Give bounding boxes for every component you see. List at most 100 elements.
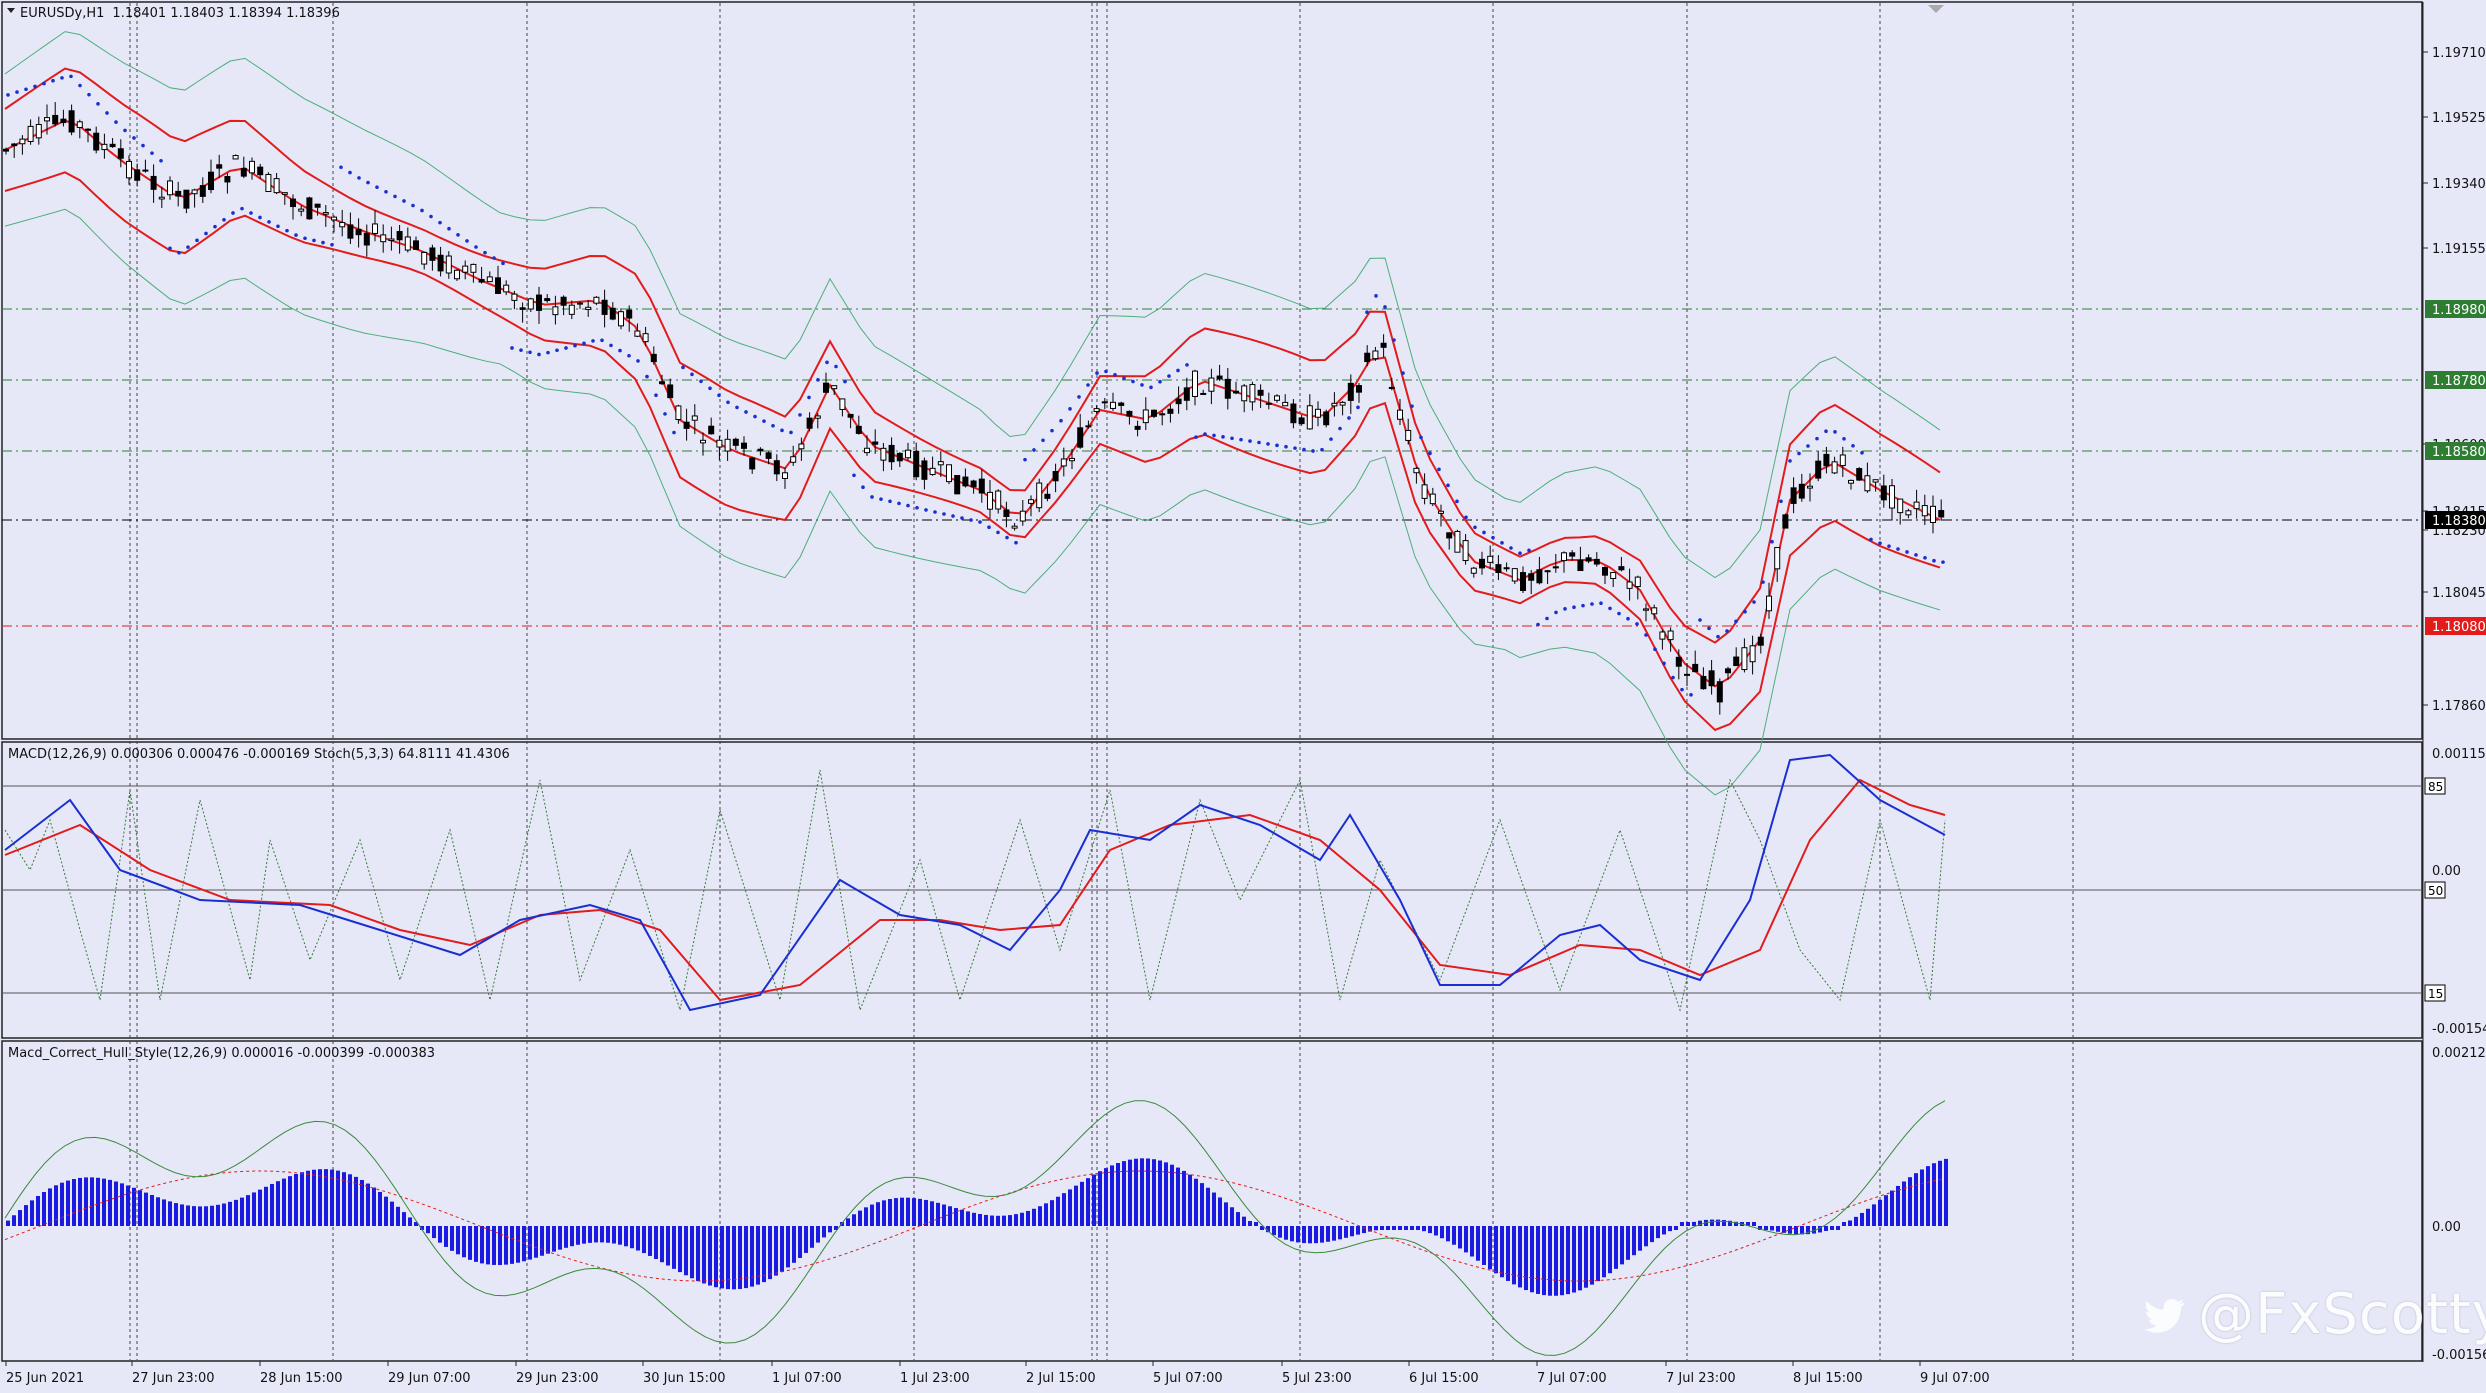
hull-histogram-bar <box>276 1181 280 1226</box>
hull-histogram-bar <box>426 1226 430 1234</box>
psar-dot <box>510 346 514 350</box>
candle-body <box>150 175 157 190</box>
psar-dot <box>591 339 595 343</box>
candle-body <box>1552 566 1559 569</box>
psar-dot <box>42 81 46 86</box>
hull-histogram-bar <box>1686 1222 1690 1226</box>
hull-histogram-bar <box>1326 1226 1330 1242</box>
hull-histogram-bar <box>462 1226 466 1258</box>
hull-histogram-bar <box>390 1201 394 1226</box>
hull-histogram-bar <box>1890 1190 1894 1226</box>
candle-body <box>987 491 993 510</box>
psar-dot <box>78 83 82 88</box>
psar-dot <box>1320 447 1324 452</box>
hull-histogram-bar <box>690 1226 694 1279</box>
candle-body <box>1405 429 1412 441</box>
candle-body <box>970 480 977 488</box>
psar-dot <box>1833 430 1837 434</box>
psar-dot <box>258 215 262 220</box>
candle-body <box>1651 607 1658 615</box>
candle-body <box>1930 505 1936 523</box>
hull-histogram-bar <box>528 1226 532 1260</box>
chart-window[interactable]: EURUSDy,H1 1.18401 1.18403 1.18394 1.1839… <box>0 0 2486 1393</box>
hull-histogram-bar <box>540 1226 544 1256</box>
psar-dot <box>1653 647 1657 651</box>
candle-body <box>1028 499 1034 504</box>
candle-body <box>1692 663 1699 673</box>
hull-histogram-bar <box>1074 1185 1078 1226</box>
hull-histogram-bar <box>870 1204 874 1226</box>
time-tick-label: 27 Jun 23:00 <box>132 1371 215 1386</box>
hull-histogram-bar <box>648 1226 652 1256</box>
psar-dot <box>1005 535 1009 540</box>
candle-body <box>1101 401 1108 404</box>
psar-dot <box>1059 418 1063 423</box>
hull-histogram-bar <box>498 1226 502 1265</box>
hull-histogram-bar <box>372 1187 376 1226</box>
hull-histogram-bar <box>1452 1226 1456 1245</box>
psar-dot <box>177 250 181 255</box>
candle-body <box>1175 398 1182 405</box>
hull-histogram-bar <box>1854 1216 1858 1226</box>
candle-body <box>1429 493 1436 505</box>
hull-histogram-bar <box>168 1201 172 1226</box>
candle-body <box>814 415 821 419</box>
hull-histogram-bar <box>132 1187 136 1226</box>
psar-dot <box>699 379 703 384</box>
hull-histogram-bar <box>1464 1226 1468 1253</box>
psar-dot <box>600 338 604 343</box>
psar-dot <box>1167 374 1171 378</box>
psar-dot <box>1716 634 1720 639</box>
hull-histogram-bar <box>78 1177 82 1226</box>
hull-histogram-bar <box>1002 1215 1006 1226</box>
hull-histogram-bar <box>1512 1226 1516 1285</box>
psar-dot <box>1176 368 1180 373</box>
candle-body <box>798 443 805 450</box>
hull-histogram-bar <box>666 1226 670 1266</box>
macd-scale-label: -0.001542 <box>2432 1022 2486 1037</box>
hull-histogram-bar <box>6 1220 10 1226</box>
hull-histogram-bar <box>120 1183 124 1226</box>
psar-dot <box>267 220 271 224</box>
main-price-pane[interactable] <box>1 1 2423 740</box>
hull-histogram-bar <box>1782 1226 1786 1233</box>
psar-dot <box>1842 437 1846 441</box>
hull-scale-label: 0.00 <box>2432 1220 2461 1235</box>
hull-histogram-bar <box>1608 1226 1612 1274</box>
psar-dot <box>276 224 280 229</box>
psar-dot <box>609 343 613 348</box>
psar-dot <box>1194 435 1198 439</box>
hull-histogram-bar <box>1368 1226 1372 1232</box>
candle-body <box>954 475 961 495</box>
candle-body <box>1536 569 1543 584</box>
psar-dot <box>1392 338 1396 342</box>
psar-dot <box>1815 436 1819 441</box>
time-tick-label: 9 Jul 07:00 <box>1920 1371 1990 1386</box>
psar-dot <box>1734 619 1738 624</box>
candle-body <box>626 309 633 319</box>
psar-dot <box>150 151 154 155</box>
hull-histogram-bar <box>90 1177 94 1226</box>
time-tick-label: 5 Jul 23:00 <box>1282 1371 1352 1386</box>
candle-body <box>1782 514 1789 529</box>
candle-body <box>1618 566 1625 571</box>
hull-histogram-bar <box>504 1226 508 1265</box>
psar-dot <box>1311 449 1315 453</box>
psar-dot <box>645 374 649 379</box>
psar-dot <box>1401 371 1405 375</box>
candle-body <box>1454 530 1461 553</box>
level-tag-label: 1.18380 <box>2432 514 2486 529</box>
psar-dot <box>438 220 442 225</box>
hull-histogram-bar <box>48 1188 52 1226</box>
hull-histogram-bar <box>972 1212 976 1226</box>
candle-body <box>1282 401 1289 407</box>
psar-dot <box>915 505 919 510</box>
psar-dot <box>1086 383 1090 387</box>
psar-dot <box>366 180 370 185</box>
hull-histogram-bar <box>42 1191 46 1226</box>
hull-histogram-bar <box>516 1226 520 1263</box>
watermark: @FxScotty <box>2140 1282 2486 1347</box>
hull-histogram-bar <box>258 1189 262 1226</box>
candle-body <box>1766 595 1772 612</box>
psar-dot <box>906 503 910 508</box>
